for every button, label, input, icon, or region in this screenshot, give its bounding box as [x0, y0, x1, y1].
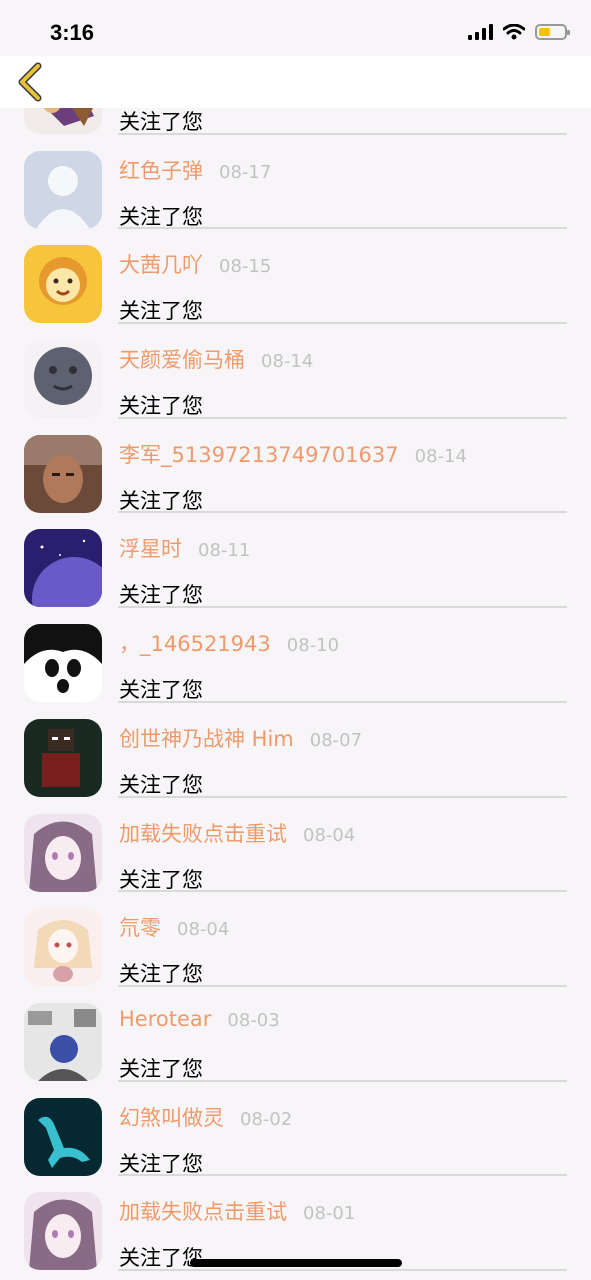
follow-date: 08-01 [303, 1203, 356, 1225]
followers-list: 关注了您 红色子弹 08-17 关注了您 大茜几吖 08-15 关注了您 天颜爱偷马… [0, 40, 591, 1271]
user-name[interactable]: 加载失败点击重试 [119, 1200, 287, 1224]
avatar[interactable] [24, 908, 102, 987]
list-item[interactable]: 红色子弹 08-17 关注了您 [0, 135, 591, 230]
action-text: 关注了您 [119, 962, 203, 987]
list-item[interactable]: Herotear 08-03 关注了您 [0, 987, 591, 1082]
follow-date: 08-17 [219, 161, 272, 183]
avatar[interactable] [24, 434, 102, 513]
action-text: 关注了您 [119, 394, 203, 419]
action-text: 关注了您 [119, 1246, 203, 1271]
status-time: 3:16 [50, 20, 95, 45]
action-text: 关注了您 [119, 1151, 203, 1176]
follow-date: 08-02 [240, 1108, 293, 1130]
user-name[interactable]: 红色子弹 [119, 159, 203, 183]
avatar[interactable] [24, 718, 102, 797]
list-item[interactable]: 大茜几吖 08-15 关注了您 [0, 229, 591, 325]
avatar[interactable] [24, 529, 102, 608]
action-text: 关注了您 [119, 678, 203, 703]
avatar[interactable] [24, 150, 102, 229]
battery-icon [535, 24, 570, 40]
user-name[interactable]: Herotear [119, 1007, 211, 1031]
action-text: 关注了您 [119, 299, 203, 324]
follow-date: 08-10 [286, 635, 340, 657]
user-name[interactable]: 天颜爱偷马桶 [119, 348, 245, 372]
user-name[interactable]: 氘零 [119, 916, 161, 940]
home-indicator [190, 1259, 402, 1267]
avatar[interactable] [24, 1002, 102, 1081]
wifi-icon [503, 24, 525, 40]
action-text: 关注了您 [119, 1056, 203, 1081]
avatar[interactable] [24, 1192, 102, 1271]
list-item[interactable]: 幻煞叫做灵 08-02 关注了您 [0, 1082, 591, 1177]
status-bar: 3:16 [0, 0, 591, 56]
avatar[interactable] [24, 624, 102, 703]
user-name[interactable]: 大茜几吖 [119, 253, 203, 277]
action-text: 关注了您 [119, 772, 203, 797]
back-arrow-icon[interactable] [12, 62, 52, 102]
list-item[interactable]: ，_146521943 08-10 关注了您 [0, 608, 591, 703]
action-text: 关注了您 [119, 488, 203, 513]
list-item[interactable]: 加载失败点击重试 08-04 关注了您 [0, 798, 591, 893]
status-icons [468, 24, 570, 40]
action-text: 关注了您 [119, 110, 203, 134]
follow-date: 08-15 [219, 256, 272, 278]
avatar[interactable] [24, 245, 102, 324]
action-text: 关注了您 [119, 583, 203, 608]
list-item[interactable]: 李军_5139721374970163​7 08-14 关注了您 [0, 419, 591, 514]
list-item[interactable]: 天颜爱偷马桶 08-14 关注了您 [0, 324, 591, 419]
user-name[interactable]: 浮星时 [119, 537, 182, 561]
follow-date: 08-04 [177, 919, 230, 941]
follow-date: 08-04 [303, 824, 356, 846]
list-item[interactable]: 氘零 08-04 关注了您 [0, 892, 591, 987]
user-name[interactable]: 加载失败点击重试 [119, 822, 287, 846]
user-name[interactable]: 幻煞叫做灵 [119, 1106, 224, 1130]
follow-date: 08-14 [261, 351, 314, 373]
avatar[interactable] [24, 813, 102, 892]
list-item[interactable]: 加载失败点击重试 08-01 关注了您 [0, 1176, 591, 1271]
user-name[interactable]: 李军_5139721374970163​7 [119, 443, 399, 467]
follow-date: 08-03 [227, 1009, 280, 1031]
list-item[interactable]: 浮星时 08-11 关注了您 [0, 513, 591, 609]
action-text: 关注了您 [119, 204, 203, 229]
avatar[interactable] [24, 340, 102, 419]
navigation-bar [0, 56, 591, 108]
avatar[interactable] [24, 1097, 102, 1176]
follow-date: 08-14 [414, 445, 467, 467]
follow-date: 08-07 [309, 729, 363, 751]
user-name[interactable]: ，_146521943 [119, 632, 271, 656]
list-item[interactable]: 创世神乃战神 Him 08-07 关注了您 [0, 703, 591, 798]
action-text: 关注了您 [119, 867, 203, 892]
divider [118, 1268, 567, 1271]
follow-date: 08-11 [198, 540, 251, 562]
user-name[interactable]: 创世神乃战神 Him [119, 727, 294, 751]
cellular-signal-icon [468, 24, 493, 40]
